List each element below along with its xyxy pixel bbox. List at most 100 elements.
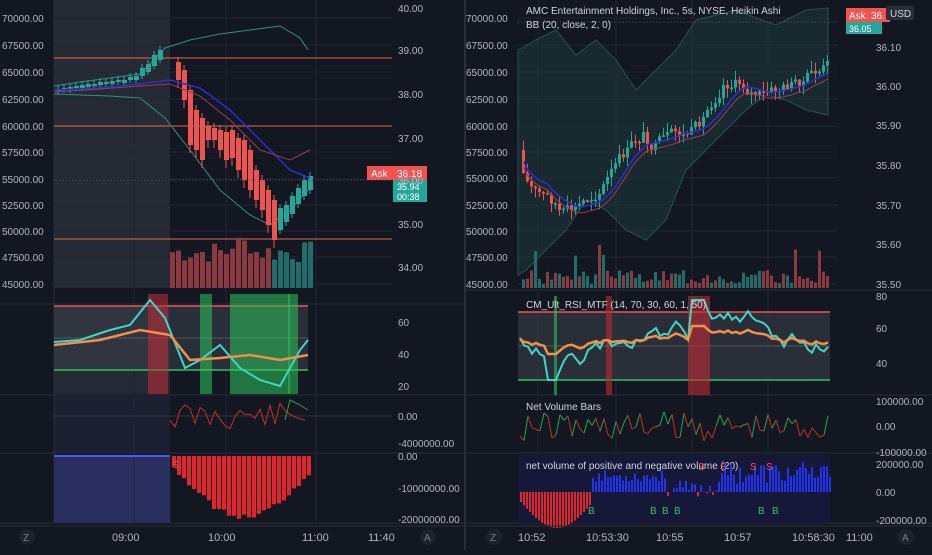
posneg-bar xyxy=(778,471,780,492)
volume-bar xyxy=(650,279,653,288)
cum-volume-bar xyxy=(272,456,276,504)
volume-bar xyxy=(726,283,729,288)
netvol-segment xyxy=(600,419,604,432)
zoom-toggle-label[interactable]: Z xyxy=(490,533,496,544)
posneg-bar xyxy=(640,481,642,492)
candle-body xyxy=(794,79,797,81)
zoom-toggle-label[interactable]: Z xyxy=(23,533,29,544)
posneg-bar xyxy=(694,484,696,492)
posneg-bar xyxy=(643,475,645,492)
candle-body xyxy=(586,200,589,202)
netvol-segment xyxy=(644,433,648,434)
netvol-segment xyxy=(552,435,556,438)
netvol-segment xyxy=(524,416,528,441)
left-chart-canvas[interactable]: S Ask36.1835.9400:3870000.0067500.006500… xyxy=(0,0,464,550)
volume-bar xyxy=(698,283,701,288)
netvol-segment xyxy=(820,435,824,437)
right-price-tick: 40.00 xyxy=(398,4,423,15)
volume-bar xyxy=(714,280,717,288)
netvol-segment xyxy=(808,428,812,438)
candle-body xyxy=(562,209,565,211)
candle-body xyxy=(762,91,765,93)
candle-up xyxy=(86,84,91,87)
posneg-tick: -200000.00 xyxy=(876,516,927,527)
netvol-segment xyxy=(576,420,580,429)
volume-bar xyxy=(794,250,797,288)
right-price-tick: 38.00 xyxy=(398,90,423,101)
sell-marker: S xyxy=(720,462,727,473)
auto-scale-label[interactable]: A xyxy=(902,533,909,544)
candle-up xyxy=(116,80,121,82)
volume-bar xyxy=(594,274,597,288)
volume-bar xyxy=(630,271,633,288)
candle-body xyxy=(822,66,825,72)
volume-bar xyxy=(690,280,693,288)
posneg-bar xyxy=(574,492,576,520)
time-tick: 10:52 xyxy=(518,532,546,544)
volume-bar xyxy=(678,274,681,288)
volume-bar xyxy=(176,251,181,288)
volume-bar xyxy=(254,252,259,288)
posneg-bar xyxy=(658,481,660,492)
left-chart-panel[interactable]: S Ask36.1835.9400:3870000.0067500.006500… xyxy=(0,0,464,550)
volume-bar xyxy=(610,276,613,288)
netvol-segment xyxy=(632,427,636,429)
candle-body xyxy=(674,129,677,132)
volume-bar xyxy=(634,278,637,288)
candle-up xyxy=(122,80,127,83)
candle-down xyxy=(230,130,235,158)
price-tick: 45000.00 xyxy=(466,280,508,291)
cum-volume-bar xyxy=(292,456,296,488)
netvol-segment xyxy=(740,425,744,427)
volume-bar xyxy=(806,278,809,288)
candle-body xyxy=(702,117,705,126)
volume-bar xyxy=(614,278,617,288)
posneg-bar xyxy=(610,477,612,492)
volume-bar xyxy=(642,282,645,288)
price-tick: 55000.00 xyxy=(2,175,44,186)
candle-up xyxy=(302,180,307,196)
candle-body xyxy=(806,73,809,82)
netvol-segment xyxy=(580,429,584,434)
candle-body xyxy=(606,177,609,184)
net-tick: -4000000.00 xyxy=(398,439,455,450)
rsi-signal-bar xyxy=(200,294,212,394)
posneg-bar xyxy=(619,475,621,492)
time-tick: 09:00 xyxy=(112,532,140,544)
volume-bar xyxy=(194,253,199,288)
volume-bar xyxy=(622,275,625,288)
currency-label[interactable]: USD xyxy=(890,9,911,20)
posneg-bar xyxy=(571,492,573,523)
price-tick: 47500.00 xyxy=(2,253,44,264)
netvol-segment xyxy=(672,414,676,437)
netvol-segment xyxy=(824,416,828,435)
cum-volume-bar xyxy=(247,456,251,517)
candle-up xyxy=(140,68,145,76)
netvol-segment xyxy=(556,415,560,435)
candle-down xyxy=(206,126,211,140)
candle-body xyxy=(690,127,693,134)
candle-up xyxy=(74,86,79,88)
posneg-bar xyxy=(667,492,669,496)
price-tick: 52500.00 xyxy=(466,201,508,212)
cum-volume-bar xyxy=(277,456,281,503)
volume-bar xyxy=(260,258,265,288)
posneg-bar xyxy=(805,468,807,492)
candle-up xyxy=(284,205,289,222)
rsi-tick: 60 xyxy=(876,324,888,335)
netvol-segment xyxy=(560,415,564,420)
candle-body xyxy=(590,200,593,202)
right-chart-panel[interactable]: CM_Ult_RSI_MTF (14, 70, 30, 60, 1, 50)Ne… xyxy=(466,0,932,550)
volume-bar xyxy=(284,252,289,288)
auto-scale-label[interactable]: A xyxy=(424,533,431,544)
volume-bar xyxy=(188,258,193,288)
volume-bar xyxy=(814,282,817,288)
netvol-segment xyxy=(768,414,772,428)
rsi-tick: 20 xyxy=(398,382,410,393)
posneg-bar xyxy=(529,492,531,512)
volume-bar xyxy=(662,271,665,288)
netvol-segment xyxy=(684,413,688,427)
posneg-bar xyxy=(691,483,693,492)
right-chart-canvas[interactable]: CM_Ult_RSI_MTF (14, 70, 30, 60, 1, 50)Ne… xyxy=(466,0,932,550)
price-tick: 50000.00 xyxy=(2,227,44,238)
